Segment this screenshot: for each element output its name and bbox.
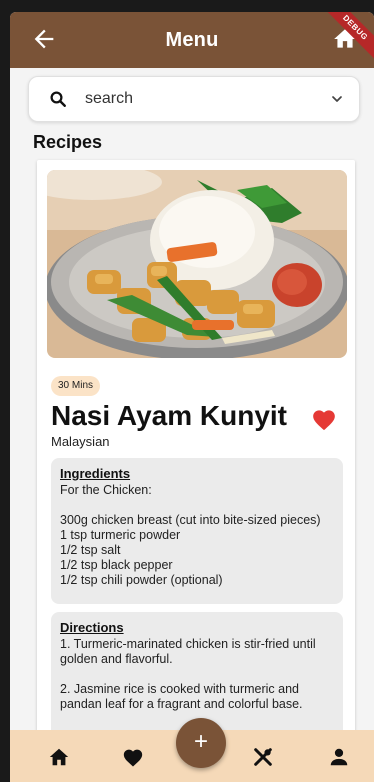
search-placeholder: search [85,90,134,107]
home-icon[interactable] [48,746,70,768]
search-dropdown[interactable]: search [28,76,360,122]
ingredients-panel[interactable]: Ingredients For the Chicken: 300g chicke… [51,458,343,604]
page-title: Menu [165,28,219,51]
person-icon[interactable] [328,746,350,768]
directions-heading: Directions [60,620,124,635]
recipe-name: Nasi Ayam Kunyit [51,400,287,431]
utensils-icon[interactable] [252,746,274,768]
chevron-down-icon[interactable] [329,91,345,107]
directions-text: 1. Turmeric-marinated chicken is stir-fr… [60,637,316,711]
recipe-photo [47,170,347,358]
ingredients-heading: Ingredients [60,466,131,481]
add-recipe-button[interactable]: + [176,718,226,768]
app-bar: Menu DEBUG [10,12,374,68]
back-arrow-icon[interactable] [30,25,58,53]
heart-icon[interactable] [122,746,144,768]
time-badge: 30 Mins [51,376,101,396]
recipe-cuisine: Malaysian [51,434,110,449]
section-title: Recipes [33,132,103,152]
favorite-heart-icon[interactable] [311,407,337,431]
ingredients-text: For the Chicken: 300g chicken breast (cu… [60,483,321,587]
recipe-card[interactable]: 30 Mins Nasi Ayam Kunyit Malaysian Ingre… [37,160,355,782]
app-frame: Menu DEBUG search Recipes 30 Mins Nasi A… [10,12,374,782]
search-icon [50,91,66,107]
